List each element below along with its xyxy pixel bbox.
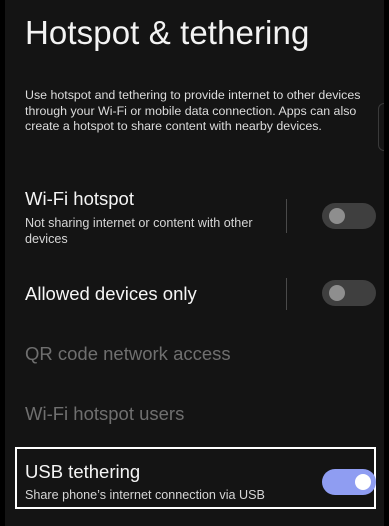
- qr-code-access-title: QR code network access: [25, 343, 231, 364]
- usb-tethering-title: USB tethering: [25, 461, 141, 482]
- allowed-devices-row[interactable]: Allowed devices only: [5, 272, 384, 316]
- edge-panel-handle[interactable]: [378, 103, 384, 151]
- wifi-hotspot-subtitle: Not sharing internet or content with oth…: [25, 216, 253, 246]
- wifi-hotspot-row[interactable]: Wi-Fi hotspot Not sharing internet or co…: [5, 186, 384, 252]
- hotspot-users-title: Wi-Fi hotspot users: [25, 403, 185, 424]
- toggle-knob: [355, 474, 371, 490]
- row-divider: [286, 278, 287, 310]
- allowed-devices-title: Allowed devices only: [25, 283, 197, 304]
- usb-tethering-toggle[interactable]: [322, 469, 376, 495]
- row-divider: [286, 199, 287, 233]
- usb-tethering-row[interactable]: USB tethering Share phone’s internet con…: [5, 449, 384, 507]
- usb-tethering-subtitle: Share phone’s internet connection via US…: [25, 488, 265, 502]
- toggle-knob: [329, 285, 345, 301]
- page-description: Use hotspot and tethering to provide int…: [25, 88, 361, 133]
- page-title: Hotspot & tethering: [25, 14, 310, 51]
- allowed-devices-toggle[interactable]: [322, 280, 376, 306]
- toggle-knob: [329, 208, 345, 224]
- wifi-hotspot-title: Wi-Fi hotspot: [25, 188, 134, 209]
- qr-code-access-row: QR code network access: [5, 330, 384, 374]
- hotspot-users-row: Wi-Fi hotspot users: [5, 390, 384, 434]
- settings-screen: Hotspot & tethering Use hotspot and teth…: [5, 0, 384, 526]
- wifi-hotspot-toggle[interactable]: [322, 203, 376, 229]
